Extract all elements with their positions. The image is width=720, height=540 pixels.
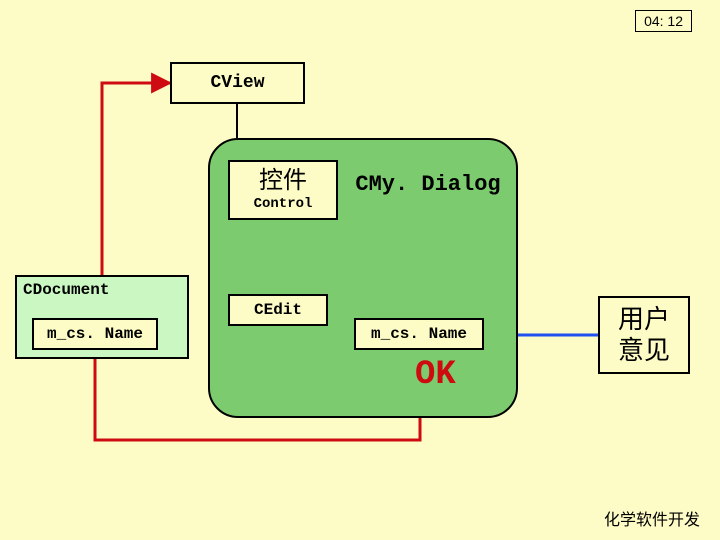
- cdocument-label: CDocument: [23, 281, 109, 299]
- node-mcsname-right: m_cs. Name: [354, 318, 484, 350]
- control-label-en: Control: [254, 196, 313, 212]
- footer-text: 化学软件开发: [604, 506, 700, 530]
- node-cmydialog: CMy. Dialog: [348, 164, 508, 204]
- node-mcsname-left: m_cs. Name: [32, 318, 158, 350]
- user-opinion-l2: 意见: [618, 335, 670, 366]
- cview-label: CView: [210, 73, 264, 93]
- node-cedit: CEdit: [228, 294, 328, 326]
- control-label-cn: 控件: [259, 168, 307, 196]
- ok-label: OK: [415, 356, 456, 394]
- cedit-label: CEdit: [254, 301, 302, 319]
- timestamp: 04: 12: [635, 10, 692, 32]
- mcsname-left-label: m_cs. Name: [47, 325, 143, 343]
- node-control: 控件 Control: [228, 160, 338, 220]
- user-opinion-l1: 用户: [618, 304, 670, 335]
- cmydialog-label: CMy. Dialog: [355, 172, 500, 197]
- mcsname-right-label: m_cs. Name: [371, 325, 467, 343]
- node-user-opinion: 用户 意见: [598, 296, 690, 374]
- node-cview: CView: [170, 62, 305, 104]
